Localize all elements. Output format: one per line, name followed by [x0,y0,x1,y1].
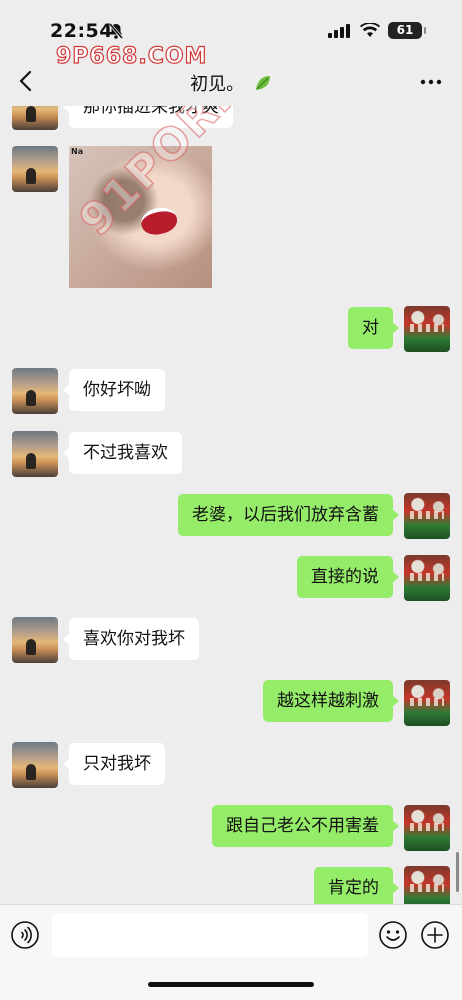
plus-icon[interactable] [420,920,450,950]
sticker-tag: Na [71,147,84,156]
home-indicator[interactable] [148,982,314,987]
sticker-image[interactable]: Na [69,146,212,288]
site-watermark: 9P668.COM [55,43,208,69]
my-avatar[interactable] [404,555,450,601]
message-bubble[interactable]: 越这样越刺激 [263,680,399,722]
signal-icon [328,23,350,38]
chat-title[interactable]: 初见。 [0,70,462,96]
message-bubble[interactable]: 直接的说 [297,556,399,598]
message-input[interactable] [52,913,368,957]
message-bubble[interactable]: 你好坏呦 [63,369,165,411]
message-bubble[interactable]: 只对我坏 [63,743,165,785]
status-time: 22:54 [50,20,113,42]
contact-avatar[interactable] [12,146,58,192]
my-avatar[interactable] [404,680,450,726]
voice-icon[interactable] [10,920,40,950]
contact-avatar[interactable] [12,617,58,663]
contact-avatar[interactable] [12,431,58,477]
wifi-icon [360,23,380,37]
scrollbar[interactable] [456,852,459,892]
message-bubble[interactable]: 不过我喜欢 [63,432,182,474]
contact-avatar[interactable] [12,742,58,788]
message-bubble[interactable]: 对 [348,307,399,349]
battery-icon: 61 [388,22,426,39]
my-avatar[interactable] [404,866,450,904]
my-avatar[interactable] [404,805,450,851]
my-avatar[interactable] [404,306,450,352]
contact-avatar[interactable] [12,368,58,414]
message-bubble[interactable]: 跟自己老公不用害羞 [212,805,399,847]
status-icons: 61 [328,22,426,39]
contact-name: 初见。 [190,74,245,95]
my-avatar[interactable] [404,493,450,539]
leaf-icon [255,76,270,90]
message-bubble[interactable]: 喜欢你对我坏 [63,618,199,660]
bell-slash-icon [108,23,124,39]
message-list[interactable]: 那你插进来我才爽 Na 对 你好坏呦 不过我喜欢 老婆，以后我们放弃含蓄 直接的… [0,0,462,904]
message-bubble[interactable]: 老婆，以后我们放弃含蓄 [178,494,399,536]
message-bubble[interactable]: 肯定的 [314,867,399,904]
top-bar: 22:54 61 9P668.COM 初见。 [0,0,462,106]
more-dots-icon[interactable] [418,72,444,92]
emoji-icon[interactable] [378,920,408,950]
